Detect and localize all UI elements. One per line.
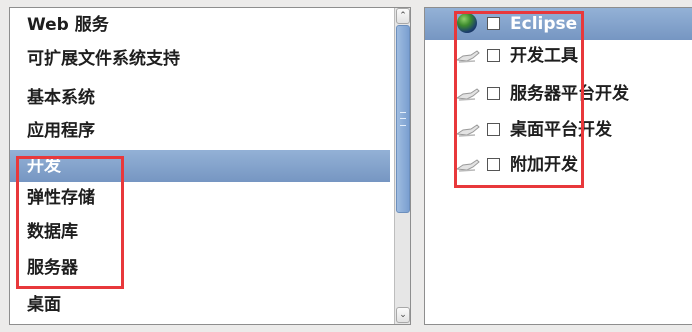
globe-icon [457,13,477,33]
package-checkbox[interactable] [487,158,500,171]
category-item-scalable-filesystem[interactable]: 可扩展文件系统支持 [10,43,390,75]
chevron-down-icon: ⌄ [399,310,407,320]
category-item-applications[interactable]: 应用程序 [10,115,390,147]
scroll-down-button[interactable]: ⌄ [396,307,410,323]
package-row-desktop-platform-dev[interactable]: 桌面平台开发 [425,114,692,146]
package-icon [455,159,480,172]
category-item-base-system[interactable]: 基本系统 [10,82,390,114]
category-item-development[interactable]: 开发 [10,150,390,182]
package-list-panel: Eclipse 开发工具 服务器平台开发 桌面平台开发 附加开发 [424,7,692,325]
package-row-dev-tools[interactable]: 开发工具 [425,40,692,72]
category-item-desktops[interactable]: 桌面 [10,289,390,321]
grip-icon [400,112,406,126]
package-icon [455,50,480,63]
package-label: 开发工具 [510,46,578,66]
scroll-up-button[interactable]: ⌃ [396,8,410,24]
package-row-additional-dev[interactable]: 附加开发 [425,149,692,181]
scroll-thumb[interactable] [396,25,410,213]
package-icon [455,124,480,137]
category-scrollbar[interactable]: ⌃ ⌄ [394,8,410,324]
package-checkbox[interactable] [487,17,500,30]
category-item-servers[interactable]: 服务器 [10,252,390,284]
package-label: Eclipse [510,14,578,34]
package-label: 桌面平台开发 [510,120,612,140]
category-list: Web 服务 可扩展文件系统支持 基本系统 应用程序 开发 弹性存储 数据库 服… [10,8,390,324]
package-row-server-platform-dev[interactable]: 服务器平台开发 [425,78,692,110]
package-checkbox[interactable] [487,49,500,62]
category-item-web-services[interactable]: Web 服务 [10,9,390,41]
category-item-databases[interactable]: 数据库 [10,216,390,248]
package-checkbox[interactable] [487,123,500,136]
category-list-panel: Web 服务 可扩展文件系统支持 基本系统 应用程序 开发 弹性存储 数据库 服… [9,7,411,325]
category-item-resilient-storage[interactable]: 弹性存储 [10,182,390,214]
chevron-up-icon: ⌃ [399,11,407,21]
package-checkbox[interactable] [487,87,500,100]
package-icon [455,88,480,101]
package-label: 服务器平台开发 [510,84,629,104]
package-label: 附加开发 [510,155,578,175]
package-row-eclipse[interactable]: Eclipse [425,8,692,40]
